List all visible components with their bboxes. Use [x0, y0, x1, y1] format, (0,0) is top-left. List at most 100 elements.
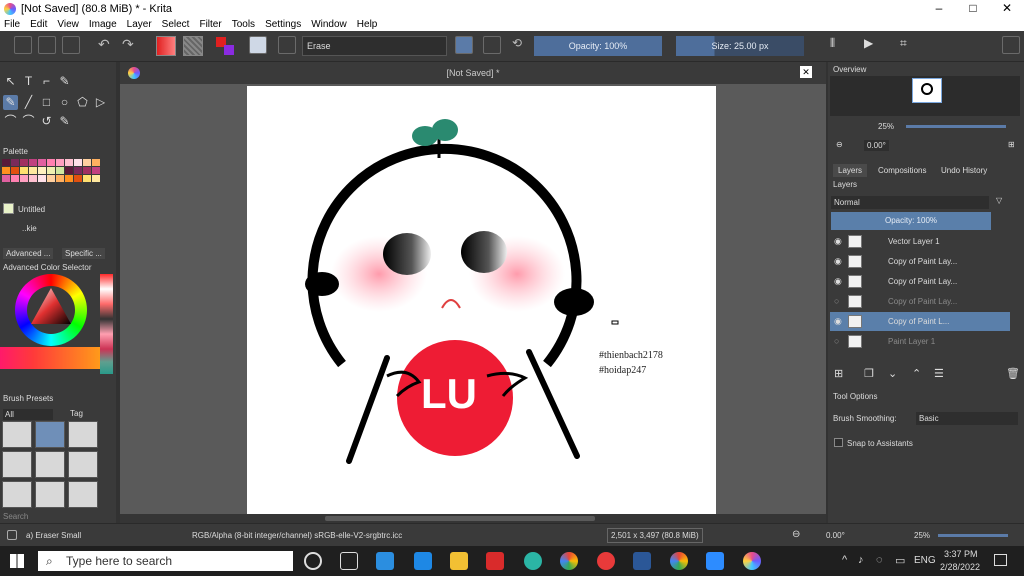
- palette-swatch[interactable]: [92, 167, 100, 174]
- overview-rotation-input[interactable]: 0.00°: [864, 140, 889, 151]
- overview-panel[interactable]: [830, 76, 1020, 116]
- palette-swatch[interactable]: [20, 159, 28, 166]
- layer-row[interactable]: ◉ Copy of Paint Lay...: [830, 252, 1010, 271]
- taskbar-search[interactable]: ⌕ Type here to search: [38, 551, 293, 571]
- close-document-icon[interactable]: ✕: [800, 66, 812, 78]
- brush-preset-tile[interactable]: [2, 451, 32, 478]
- brush-preset-tile[interactable]: [2, 481, 32, 508]
- undo-icon[interactable]: ↶: [98, 36, 110, 56]
- palette-swatch[interactable]: [38, 159, 46, 166]
- layer-row[interactable]: ◉ Copy of Paint Lay...: [830, 272, 1010, 291]
- mirror-view-icon[interactable]: ⊞: [1008, 140, 1015, 149]
- rectangle-tool-icon[interactable]: □: [39, 95, 54, 110]
- visibility-eye-icon[interactable]: ◉: [834, 252, 843, 271]
- freehand-path-icon[interactable]: ⌒: [21, 114, 36, 129]
- menu-edit[interactable]: Edit: [30, 19, 47, 30]
- palette-swatch[interactable]: [83, 175, 91, 182]
- menu-view[interactable]: View: [57, 19, 79, 30]
- tab-specific[interactable]: Specific ...: [62, 248, 105, 259]
- zoom-slider[interactable]: [938, 534, 1008, 537]
- palette-swatch[interactable]: [74, 175, 82, 182]
- ellipse-tool-icon[interactable]: ○: [57, 95, 72, 110]
- menu-window[interactable]: Window: [311, 19, 347, 30]
- palette-combo[interactable]: ..kie: [22, 224, 37, 233]
- bezier-tool-icon[interactable]: ⌒: [3, 114, 18, 129]
- language-indicator[interactable]: ENG: [914, 555, 936, 566]
- tab-compositions[interactable]: Compositions: [873, 164, 931, 177]
- rotate-ccw-icon[interactable]: ⊖: [836, 140, 843, 149]
- menu-file[interactable]: File: [4, 19, 20, 30]
- brush-preset-grid[interactable]: [2, 421, 102, 511]
- menu-filter[interactable]: Filter: [199, 19, 221, 30]
- layer-row[interactable]: ◉ Copy of Paint L...: [830, 312, 1010, 331]
- zoom-app-icon[interactable]: [706, 552, 724, 570]
- save-icon[interactable]: [62, 36, 80, 54]
- visibility-eye-icon[interactable]: ◉: [834, 312, 843, 331]
- palette-swatch[interactable]: [92, 175, 100, 182]
- palette-swatch[interactable]: [11, 159, 19, 166]
- opacity-slider[interactable]: Opacity: 100%: [534, 36, 662, 56]
- office-app-icon[interactable]: [486, 552, 504, 570]
- clock-date[interactable]: 2/28/2022: [940, 562, 980, 572]
- palette-swatch[interactable]: [56, 167, 64, 174]
- chrome-icon[interactable]: [560, 552, 578, 570]
- color-triangle[interactable]: [27, 286, 75, 334]
- palette-swatch[interactable]: [29, 167, 37, 174]
- brush-search-input[interactable]: Search: [3, 512, 28, 521]
- mirror-horizontal-icon[interactable]: ⫴: [830, 36, 835, 56]
- pattern-icon[interactable]: [183, 36, 203, 56]
- layer-row[interactable]: ◉ Vector Layer 1: [830, 232, 1010, 251]
- cortana-icon[interactable]: [304, 552, 322, 570]
- menu-tools[interactable]: Tools: [232, 19, 255, 30]
- palette-swatch[interactable]: [11, 175, 19, 182]
- select-shapes-icon[interactable]: ↖: [3, 74, 18, 89]
- horizontal-scrollbar[interactable]: [120, 514, 826, 523]
- notification-app-icon[interactable]: [597, 552, 615, 570]
- palette-swatch[interactable]: [29, 159, 37, 166]
- eraser-mode-icon[interactable]: [455, 36, 473, 54]
- rotation-status-icon[interactable]: ⊖: [792, 529, 800, 540]
- layer-row[interactable]: ○ Copy of Paint Lay...: [830, 292, 1010, 311]
- palette-swatch[interactable]: [83, 167, 91, 174]
- maximize-button[interactable]: □: [956, 0, 990, 17]
- windows-start-icon[interactable]: [10, 554, 24, 568]
- blend-mode-select[interactable]: Erase: [302, 36, 447, 56]
- brush-preset-tile[interactable]: [35, 481, 65, 508]
- preserve-alpha-icon[interactable]: [483, 36, 501, 54]
- chrome-profile-icon[interactable]: [670, 552, 688, 570]
- docker-toggle-icon[interactable]: [1002, 36, 1020, 54]
- palette-swatch[interactable]: [20, 167, 28, 174]
- palette-swatch[interactable]: [2, 175, 10, 182]
- brush-preset-icon[interactable]: [249, 36, 267, 54]
- palette-swatch[interactable]: [65, 159, 73, 166]
- layer-opacity-slider[interactable]: Opacity: 100%: [831, 212, 991, 230]
- brush-preset-tile[interactable]: [68, 421, 98, 448]
- text-tool-icon[interactable]: T: [21, 74, 36, 89]
- palette-swatch[interactable]: [38, 167, 46, 174]
- polygon-tool-icon[interactable]: ⬠: [75, 95, 90, 110]
- palette-swatch[interactable]: [20, 175, 28, 182]
- menu-settings[interactable]: Settings: [265, 19, 301, 30]
- brush-smoothing-select[interactable]: Basic: [916, 412, 1018, 425]
- snap-to-assistants-checkbox[interactable]: [834, 438, 843, 447]
- palette-swatch[interactable]: [2, 159, 10, 166]
- edge-icon[interactable]: [524, 552, 542, 570]
- gradient-icon[interactable]: [156, 36, 176, 56]
- task-view-icon[interactable]: [340, 552, 358, 570]
- reload-icon[interactable]: ⟲: [512, 36, 522, 56]
- size-slider[interactable]: Size: 25.00 px: [676, 36, 804, 56]
- add-layer-icon[interactable]: ⊞: [834, 367, 843, 380]
- layer-properties-icon[interactable]: ☰: [934, 367, 944, 380]
- palette-swatch[interactable]: [92, 159, 100, 166]
- tray-chevron-icon[interactable]: ^: [842, 554, 847, 566]
- visibility-eye-icon[interactable]: ◉: [834, 232, 843, 251]
- layer-filter-icon[interactable]: ▽: [996, 196, 1002, 205]
- redo-icon[interactable]: ↷: [122, 36, 134, 56]
- duplicate-layer-icon[interactable]: ❐: [864, 367, 874, 380]
- palette-swatch[interactable]: [65, 175, 73, 182]
- brush-filter-select[interactable]: All: [3, 409, 53, 420]
- menu-image[interactable]: Image: [89, 19, 117, 30]
- polyline-tool-icon[interactable]: ▷: [93, 95, 108, 110]
- edit-shapes-icon[interactable]: ⌐: [39, 74, 54, 89]
- mail-icon[interactable]: [414, 552, 432, 570]
